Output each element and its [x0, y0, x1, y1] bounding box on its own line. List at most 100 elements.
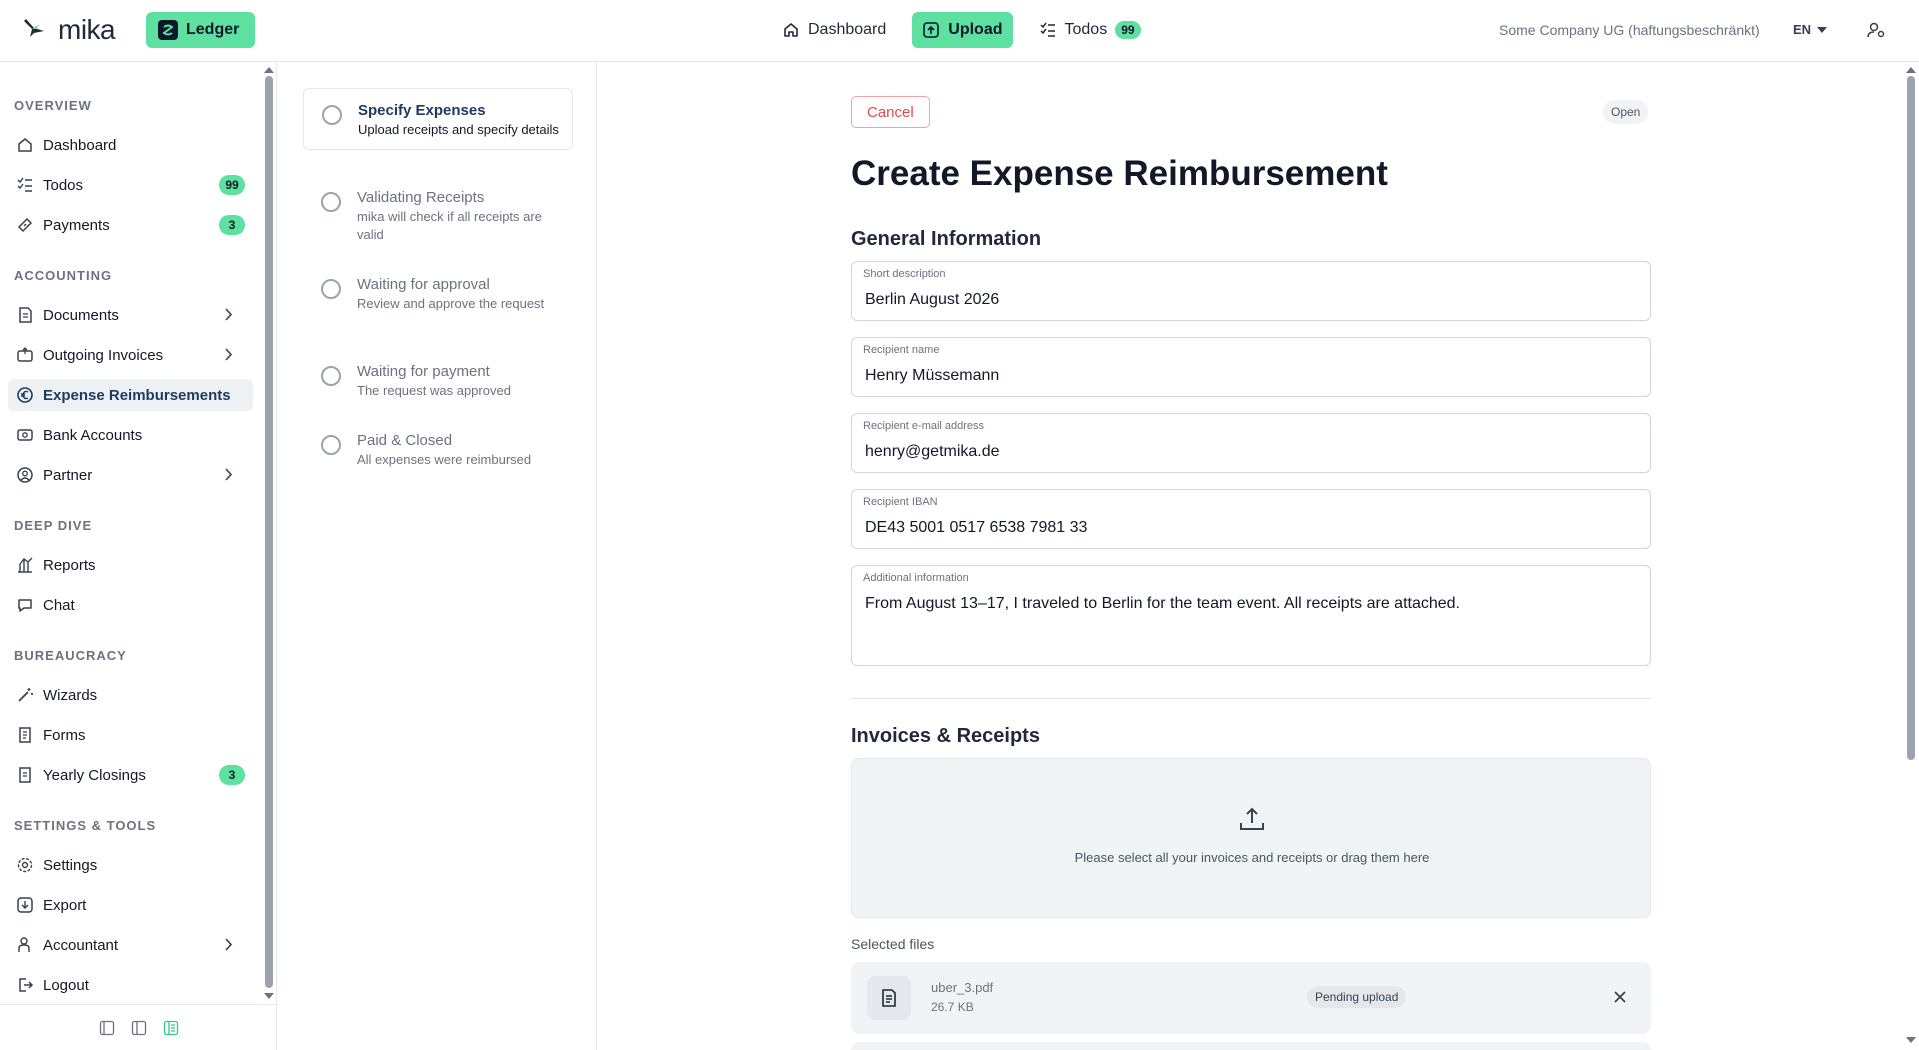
sidebar-item-label: Wizards	[43, 686, 98, 704]
sidebar-item-logout[interactable]: Logout	[8, 969, 253, 1001]
sidebar-item-forms[interactable]: Forms	[8, 719, 253, 751]
recipient-email-field[interactable]: Recipient e-mail address henry@getmika.d…	[851, 413, 1651, 473]
sidebar-item-partner[interactable]: Partner	[8, 459, 253, 491]
sidebar-item-export[interactable]: Export	[8, 889, 253, 921]
recipient-name-field[interactable]: Recipient name Henry Müssemann	[851, 337, 1651, 397]
main-scrollbar[interactable]	[1907, 76, 1915, 760]
nav-upload-label: Upload	[948, 21, 1003, 38]
language-select[interactable]: EN	[1793, 22, 1828, 37]
home-icon	[784, 23, 798, 37]
sidebar-item-expense-reimbursements[interactable]: Expense Reimbursements	[8, 379, 253, 411]
sidebar-item-dashboard[interactable]: Dashboard	[8, 129, 253, 161]
layout-sidebar-icon[interactable]	[131, 1020, 147, 1036]
sidebar-item-reports[interactable]: Reports	[8, 549, 253, 581]
bank-icon	[17, 429, 33, 441]
step-status-circle-icon	[321, 192, 341, 212]
chat-icon	[18, 599, 32, 612]
close-icon[interactable]	[1613, 990, 1627, 1004]
yearly-closings-badge: 3	[219, 765, 245, 785]
nav-todos-label: Todos	[1064, 21, 1108, 38]
euro-circle-icon	[17, 387, 33, 403]
sidebar-item-label: Partner	[43, 466, 93, 484]
nav-todos[interactable]: Todos 99	[1029, 12, 1151, 48]
step-paid-closed[interactable]: Paid & Closed All expenses were reimburs…	[303, 419, 573, 479]
checklist-icon	[17, 177, 32, 192]
field-label: Short description	[863, 268, 946, 280]
file-dropzone[interactable]: Please select all your invoices and rece…	[851, 758, 1651, 918]
ledger-button[interactable]: Ledger	[146, 12, 256, 48]
short-description-field[interactable]: Short description Berlin August 2026	[851, 261, 1651, 321]
language-value: EN	[1793, 22, 1812, 37]
sidebar-item-todos[interactable]: Todos 99	[8, 169, 253, 201]
sidebar-item-outgoing-invoices[interactable]: Outgoing Invoices	[8, 339, 253, 371]
mika-logo[interactable]: mika	[20, 14, 116, 46]
nav-upload[interactable]: Upload	[912, 12, 1013, 48]
scroll-down-arrow-icon[interactable]	[1906, 1036, 1916, 1044]
file-status-badge: Pending upload	[1307, 986, 1407, 1008]
step-status-circle-icon	[322, 105, 342, 125]
field-label: Recipient e-mail address	[863, 420, 985, 432]
step-title: Paid & Closed	[357, 432, 453, 449]
sidebar-item-label: Export	[43, 896, 87, 914]
sidebar-item-label: Dashboard	[43, 136, 117, 154]
scroll-down-arrow-icon[interactable]	[264, 992, 274, 1000]
step-waiting-for-approval[interactable]: Waiting for approval Review and approve …	[303, 263, 573, 323]
sidebar-item-label: Settings	[43, 856, 98, 874]
step-description: mika will check if all receipts are vali…	[357, 209, 542, 242]
payments-badge: 3	[219, 215, 245, 235]
field-value: From August 13–17, I traveled to Berlin …	[865, 595, 1460, 612]
sidebar-scrollbar[interactable]	[265, 76, 273, 988]
recipient-iban-field[interactable]: Recipient IBAN DE43 5001 0517 6538 7981 …	[851, 489, 1651, 549]
document-icon	[19, 307, 32, 323]
caret-down-icon	[1817, 26, 1828, 33]
layout-compact-icon[interactable]	[99, 1020, 115, 1036]
sidebar-item-label: Chat	[43, 596, 75, 614]
chevron-right-icon	[225, 468, 233, 481]
sidebar-item-chat[interactable]: Chat	[8, 589, 253, 621]
upload-tray-icon	[1240, 807, 1264, 830]
sidebar-item-accountant[interactable]: Accountant	[8, 929, 253, 961]
sidebar-item-label: Todos	[43, 176, 84, 194]
section-deep-dive: DEEP DIVE	[14, 518, 93, 533]
form-icon	[19, 727, 31, 743]
hummingbird-icon	[24, 19, 44, 37]
invoices-receipts-heading: Invoices & Receipts	[851, 725, 1040, 747]
todos-count-badge: 99	[1115, 21, 1141, 39]
section-divider	[851, 698, 1651, 699]
todos-badge: 99	[219, 175, 245, 195]
payment-icon	[17, 217, 33, 233]
step-title: Waiting for approval	[357, 276, 490, 293]
section-accounting: ACCOUNTING	[14, 268, 113, 283]
sidebar-item-bank-accounts[interactable]: Bank Accounts	[8, 419, 253, 451]
cancel-button[interactable]: Cancel	[851, 96, 930, 128]
chevron-right-icon	[225, 348, 233, 361]
step-waiting-for-payment[interactable]: Waiting for payment The request was appr…	[303, 350, 573, 410]
sidebar-item-wizards[interactable]: Wizards	[8, 679, 253, 711]
company-name[interactable]: Some Company UG (haftungsbeschränkt)	[1499, 22, 1760, 38]
sidebar-item-payments[interactable]: Payments 3	[8, 209, 253, 241]
sidebar-item-documents[interactable]: Documents	[8, 299, 253, 331]
step-status-circle-icon	[321, 366, 341, 386]
scroll-up-arrow-icon[interactable]	[264, 66, 274, 74]
step-description: The request was approved	[357, 383, 511, 398]
sidebar-item-settings[interactable]: Settings	[8, 849, 253, 881]
field-value: Berlin August 2026	[865, 291, 1000, 308]
layout-expanded-icon[interactable]	[163, 1020, 179, 1036]
export-icon	[17, 897, 33, 913]
field-value: henry@getmika.de	[865, 443, 1000, 460]
step-validating-receipts[interactable]: Validating Receipts mika will check if a…	[303, 176, 573, 254]
top-nav: Dashboard Upload Todos 99	[772, 12, 1151, 48]
scroll-up-arrow-icon[interactable]	[1906, 66, 1916, 74]
step-specify-expenses[interactable]: Specify Expenses Upload receipts and spe…	[303, 88, 573, 150]
nav-dashboard[interactable]: Dashboard	[772, 12, 896, 48]
sidebar-item-yearly-closings[interactable]: Yearly Closings 3	[8, 759, 253, 791]
status-badge: Open	[1603, 100, 1649, 124]
chevron-right-icon	[225, 308, 233, 321]
user-settings-icon[interactable]	[1866, 20, 1886, 40]
sidebar-item-label: Logout	[43, 976, 89, 994]
sidebar-item-label: Outgoing Invoices	[43, 346, 164, 364]
step-description: Review and approve the request	[357, 296, 545, 311]
ledger-label: Ledger	[186, 21, 240, 38]
checklist-icon	[1039, 22, 1055, 37]
additional-information-field[interactable]: Additional information From August 13–17…	[851, 565, 1651, 666]
